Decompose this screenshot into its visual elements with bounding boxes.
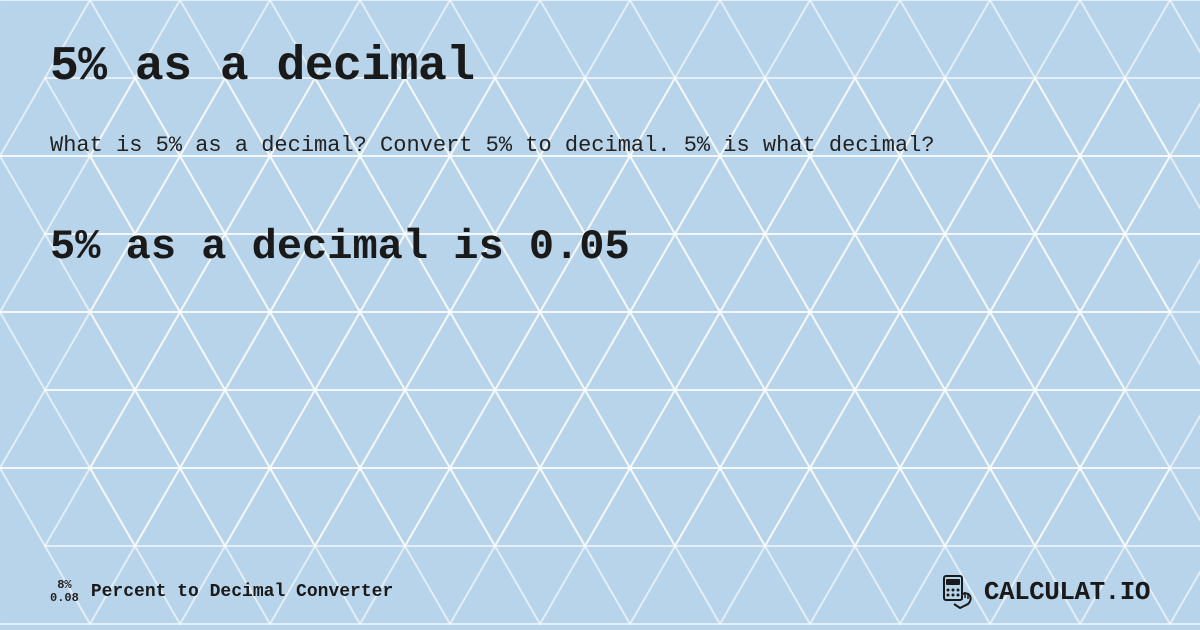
footer-right: CALCULAT.IO [940,574,1150,610]
calculator-icon [940,574,976,610]
page-description: What is 5% as a decimal? Convert 5% to d… [50,129,950,163]
result-text: 5% as a decimal is 0.05 [50,223,1150,271]
footer: 8% 0.08 Percent to Decimal Converter [50,574,1150,610]
logo-text: CALCULAT.IO [984,577,1150,607]
result-section: 5% as a decimal is 0.05 [50,223,1150,271]
footer-label: Percent to Decimal Converter [91,582,393,602]
fraction-bottom: 0.08 [50,592,79,605]
footer-fraction: 8% 0.08 [50,579,79,605]
page-title: 5% as a decimal [50,40,1150,94]
footer-left: 8% 0.08 Percent to Decimal Converter [50,579,393,605]
